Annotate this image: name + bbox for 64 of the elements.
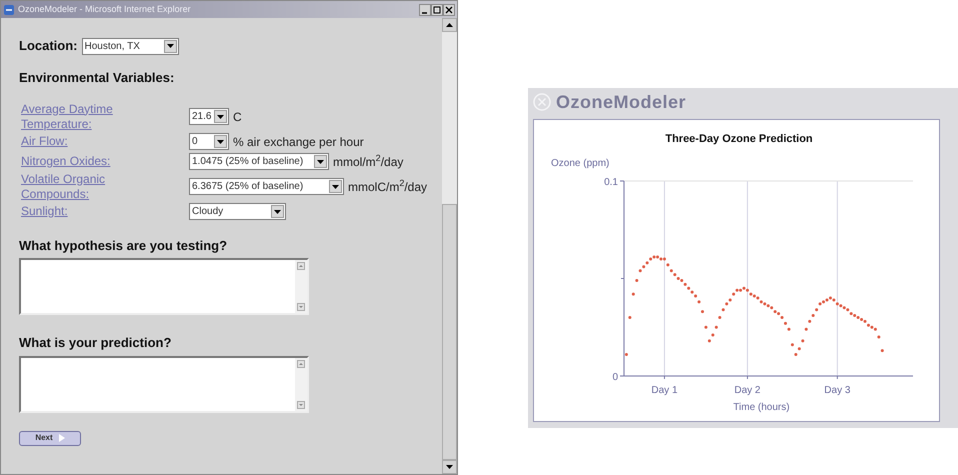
- caret-icon: [271, 205, 284, 218]
- scroll-up-icon[interactable]: [446, 23, 453, 27]
- data-point: [784, 322, 787, 325]
- data-point: [624, 353, 628, 356]
- data-point: [804, 328, 808, 331]
- section-heading: Environmental Variables:: [19, 69, 176, 87]
- location-label: Location:: [19, 37, 78, 56]
- data-point: [701, 310, 704, 314]
- maximize-icon[interactable]: [431, 4, 443, 16]
- question-label: What hypothesis are you testing?: [19, 236, 228, 255]
- data-point: [801, 339, 804, 342]
- data-point: [718, 316, 722, 319]
- data-point: [698, 300, 701, 304]
- next-button[interactable]: Next: [19, 430, 81, 446]
- close-icon[interactable]: [443, 4, 455, 16]
- data-point: [794, 353, 798, 356]
- data-point: [815, 308, 818, 312]
- data-point: [787, 328, 790, 331]
- y-tick-label: 0: [612, 372, 618, 383]
- data-point: [635, 278, 638, 282]
- question-label: What is your prediction?: [19, 334, 172, 352]
- y-axis-label: Ozone (ppm): [551, 158, 610, 169]
- x-axis-label: Time (hours): [733, 402, 790, 413]
- dropdown[interactable]: 21.6: [189, 108, 229, 125]
- data-point: [790, 343, 794, 346]
- x-tick-label: Day 1: [651, 385, 678, 396]
- browser-icon: [3, 4, 15, 16]
- data-point: [708, 339, 711, 342]
- data-point: [628, 316, 632, 319]
- chart-title: Three-Day Ozone Prediction: [665, 133, 813, 145]
- data-point: [704, 326, 708, 329]
- data-point: [880, 349, 884, 352]
- scroll-down-icon[interactable]: [446, 465, 453, 469]
- caret-icon: [329, 180, 342, 193]
- caret-icon: [214, 135, 227, 148]
- data-point: [798, 347, 801, 350]
- dropdown[interactable]: Houston, TX: [82, 38, 178, 54]
- data-point: [711, 334, 714, 337]
- data-point: [808, 320, 812, 323]
- data-point: [722, 308, 725, 312]
- unit-label: C: [233, 108, 242, 126]
- unit-label: mmol/m$^{2}$/day: [333, 152, 404, 170]
- window-title: OzoneModeler - Microsoft Internet Explorer: [18, 2, 191, 16]
- play-icon: [58, 434, 65, 442]
- unit-label: % air exchange per hour: [233, 134, 364, 150]
- caret-icon: [314, 155, 327, 168]
- data-point: [714, 326, 718, 329]
- app-title: OzoneModeler: [556, 90, 686, 114]
- data-point: [812, 314, 815, 318]
- dropdown[interactable]: 6.3675 (25% of baseline): [189, 178, 344, 195]
- dropdown[interactable]: 0: [189, 133, 229, 150]
- caret-icon: [164, 40, 176, 52]
- scrollbar-thumb[interactable]: [442, 204, 457, 460]
- y-tick-label: 0.1: [604, 177, 618, 188]
- x-tick-label: Day 2: [734, 385, 760, 396]
- caret-icon: [214, 110, 227, 123]
- unit-label: mmolC/m$^{2}$/day: [348, 178, 428, 196]
- data-point: [877, 336, 880, 338]
- data-point: [666, 263, 670, 266]
- minimize-icon[interactable]: [419, 4, 431, 16]
- x-tick-label: Day 3: [824, 385, 850, 396]
- dropdown[interactable]: 1.0475 (25% of baseline): [189, 153, 329, 170]
- dropdown[interactable]: Cloudy: [189, 203, 286, 220]
- data-point: [632, 292, 635, 296]
